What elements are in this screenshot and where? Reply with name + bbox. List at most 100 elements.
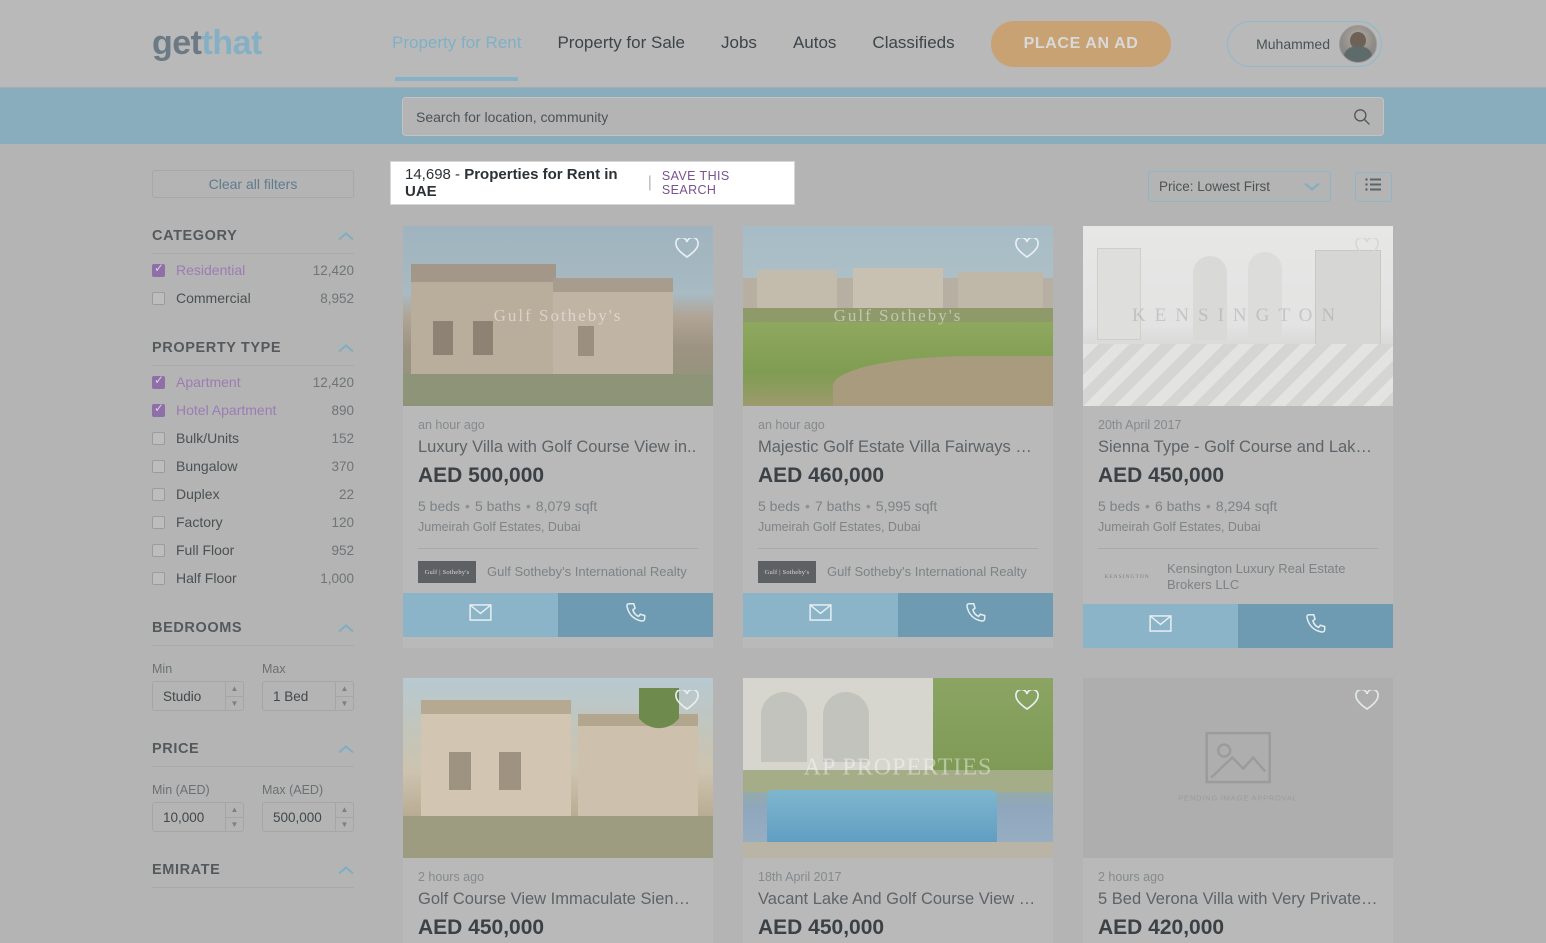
- property-image[interactable]: AP PROPERTIES: [743, 677, 1053, 858]
- chevron-down-icon[interactable]: [1304, 178, 1320, 196]
- property-image[interactable]: PENDING IMAGE APPROVAL: [1083, 677, 1393, 858]
- chevron-up-icon[interactable]: [338, 864, 354, 877]
- filter-row-bungalow[interactable]: Bungalow 370: [152, 454, 354, 478]
- checkbox-factory[interactable]: [152, 515, 165, 529]
- nav-item-autos[interactable]: Autos: [793, 33, 836, 81]
- email-agent-button[interactable]: [403, 593, 558, 637]
- checkbox-commercial[interactable]: [152, 291, 165, 305]
- save-this-search-link[interactable]: SAVE THIS SEARCH: [662, 169, 780, 197]
- search-input[interactable]: [403, 108, 1339, 125]
- filter-group-emirate-header[interactable]: EMIRATE: [152, 862, 354, 888]
- listing-title[interactable]: Vacant Lake And Golf Course View 5...: [758, 890, 1038, 909]
- chevron-down-icon[interactable]: ▼: [226, 697, 243, 711]
- bedrooms-min-stepper[interactable]: Studio ▲ ▼: [152, 681, 244, 711]
- bedrooms-max-stepper[interactable]: 1 Bed ▲ ▼: [262, 681, 354, 711]
- property-card[interactable]: KENSINGTON 20th April 2017 Sienna Type -…: [1083, 226, 1393, 648]
- checkbox-duplex[interactable]: [152, 487, 165, 501]
- nav-item-property-for-rent[interactable]: Property for Rent: [392, 33, 521, 81]
- filter-group-category-header[interactable]: CATEGORY: [152, 228, 354, 254]
- favorite-heart-icon[interactable]: [1355, 688, 1379, 716]
- listing-location: Jumeirah Golf Estates, Dubai: [1098, 520, 1261, 534]
- favorite-heart-icon[interactable]: [1015, 236, 1039, 264]
- chevron-up-icon[interactable]: ▲: [226, 803, 243, 818]
- filter-group-property-type: PROPERTY TYPE Apartment 12,420 Hotel Apa…: [152, 340, 354, 590]
- filter-row-full-floor[interactable]: Full Floor 952: [152, 538, 354, 562]
- property-card[interactable]: PENDING IMAGE APPROVAL 2 hours ago 5 Bed…: [1083, 677, 1393, 943]
- listing-title[interactable]: Sienna Type - Golf Course and Lake...: [1098, 438, 1378, 457]
- filter-row-half-floor[interactable]: Half Floor 1,000: [152, 566, 354, 590]
- filter-row-bulk-units[interactable]: Bulk/Units 152: [152, 426, 354, 450]
- place-an-ad-button[interactable]: PLACE AN AD: [991, 21, 1171, 67]
- favorite-heart-icon[interactable]: [1015, 688, 1039, 716]
- search-icon[interactable]: [1339, 107, 1383, 126]
- email-agent-button[interactable]: [743, 593, 898, 637]
- chevron-up-icon[interactable]: [338, 743, 354, 756]
- user-account-menu[interactable]: Muhammed: [1227, 21, 1382, 67]
- chevron-down-icon[interactable]: ▼: [336, 818, 353, 832]
- chevron-up-icon[interactable]: [338, 622, 354, 635]
- chevron-up-icon[interactable]: ▲: [336, 682, 353, 697]
- checkbox-full-floor[interactable]: [152, 543, 165, 557]
- listing-agent[interactable]: Gulf | Sotheby's Gulf Sotheby's Internat…: [758, 548, 1038, 593]
- property-card[interactable]: Gulf Sotheby's an hour ago Luxury Villa …: [403, 226, 713, 648]
- site-logo[interactable]: getthat: [152, 24, 262, 63]
- nav-item-property-for-sale[interactable]: Property for Sale: [557, 33, 685, 81]
- filter-row-hotel-apartment[interactable]: Hotel Apartment 890: [152, 398, 354, 422]
- checkbox-apartment[interactable]: [152, 374, 165, 389]
- filter-group-property-type-header[interactable]: PROPERTY TYPE: [152, 340, 354, 366]
- chevron-up-icon[interactable]: ▲: [336, 803, 353, 818]
- chevron-up-icon[interactable]: [338, 230, 354, 243]
- bedrooms-min-value[interactable]: Studio: [153, 682, 225, 710]
- sort-dropdown[interactable]: Price: Lowest First: [1148, 171, 1331, 202]
- call-agent-button[interactable]: [558, 593, 713, 637]
- favorite-heart-icon[interactable]: [675, 688, 699, 716]
- checkbox-half-floor[interactable]: [152, 571, 165, 585]
- property-image[interactable]: [403, 677, 713, 858]
- bedrooms-max-value[interactable]: 1 Bed: [263, 682, 335, 710]
- property-image[interactable]: KENSINGTON: [1083, 226, 1393, 406]
- checkbox-bulk-units[interactable]: [152, 431, 165, 445]
- chevron-up-icon[interactable]: ▲: [226, 682, 243, 697]
- chevron-down-icon[interactable]: ▼: [226, 818, 243, 832]
- filter-row-duplex[interactable]: Duplex 22: [152, 482, 354, 506]
- clear-all-filters-button[interactable]: Clear all filters: [152, 170, 354, 198]
- listing-specs: 5 beds • 6 baths • 8,294 sqft: [1098, 498, 1378, 514]
- list-view-toggle-button[interactable]: [1355, 172, 1392, 202]
- property-image[interactable]: Gulf Sotheby's: [743, 226, 1053, 406]
- listing-title[interactable]: Golf Course View Immaculate Siena ...: [418, 890, 698, 909]
- checkbox-hotel-apartment[interactable]: [152, 402, 165, 417]
- agent-logo: Gulf | Sotheby's: [758, 561, 816, 583]
- listing-title[interactable]: Majestic Golf Estate Villa Fairways Vi..…: [758, 438, 1038, 457]
- price-min-value[interactable]: 10,000: [153, 803, 225, 831]
- property-card[interactable]: 2 hours ago Golf Course View Immaculate …: [403, 677, 713, 943]
- call-agent-button[interactable]: [1238, 603, 1393, 648]
- checkbox-residential[interactable]: [152, 262, 165, 277]
- listing-agent[interactable]: KENSINGTON Kensington Luxury Real Estate…: [1098, 548, 1378, 604]
- filter-group-price-header[interactable]: PRICE: [152, 741, 354, 767]
- property-card[interactable]: Gulf Sotheby's an hour ago Majestic Golf…: [743, 226, 1053, 648]
- property-image[interactable]: Gulf Sotheby's: [403, 226, 713, 406]
- email-agent-button[interactable]: [1083, 603, 1238, 648]
- checkbox-bungalow[interactable]: [152, 459, 165, 473]
- chevron-up-icon[interactable]: [338, 342, 354, 355]
- listing-title[interactable]: 5 Bed Verona Villa with Very Private ...: [1098, 890, 1378, 909]
- call-agent-button[interactable]: [898, 593, 1053, 637]
- listing-title[interactable]: Luxury Villa with Golf Course View in..: [418, 438, 698, 457]
- price-min-stepper[interactable]: 10,000 ▲ ▼: [152, 802, 244, 832]
- price-max-stepper[interactable]: 500,000 ▲ ▼: [262, 802, 354, 832]
- listing-agent[interactable]: Gulf | Sotheby's Gulf Sotheby's Internat…: [418, 548, 698, 593]
- nav-item-jobs[interactable]: Jobs: [721, 33, 757, 81]
- filter-group-bedrooms-header[interactable]: BEDROOMS: [152, 620, 354, 646]
- favorite-heart-icon[interactable]: [1355, 236, 1379, 264]
- nav-item-classifieds[interactable]: Classifieds: [872, 33, 954, 81]
- filter-row-factory[interactable]: Factory 120: [152, 510, 354, 534]
- filter-row-residential[interactable]: Residential 12,420: [152, 258, 354, 282]
- chevron-down-icon[interactable]: ▼: [336, 697, 353, 711]
- filter-label-half-floor: Half Floor: [176, 570, 237, 586]
- filter-row-apartment[interactable]: Apartment 12,420: [152, 370, 354, 394]
- results-divider: |: [647, 174, 652, 191]
- price-max-value[interactable]: 500,000: [263, 803, 335, 831]
- favorite-heart-icon[interactable]: [675, 236, 699, 264]
- filter-row-commercial[interactable]: Commercial 8,952: [152, 286, 354, 310]
- property-card[interactable]: AP PROPERTIES 18th April 2017 Vacant Lak…: [743, 677, 1053, 943]
